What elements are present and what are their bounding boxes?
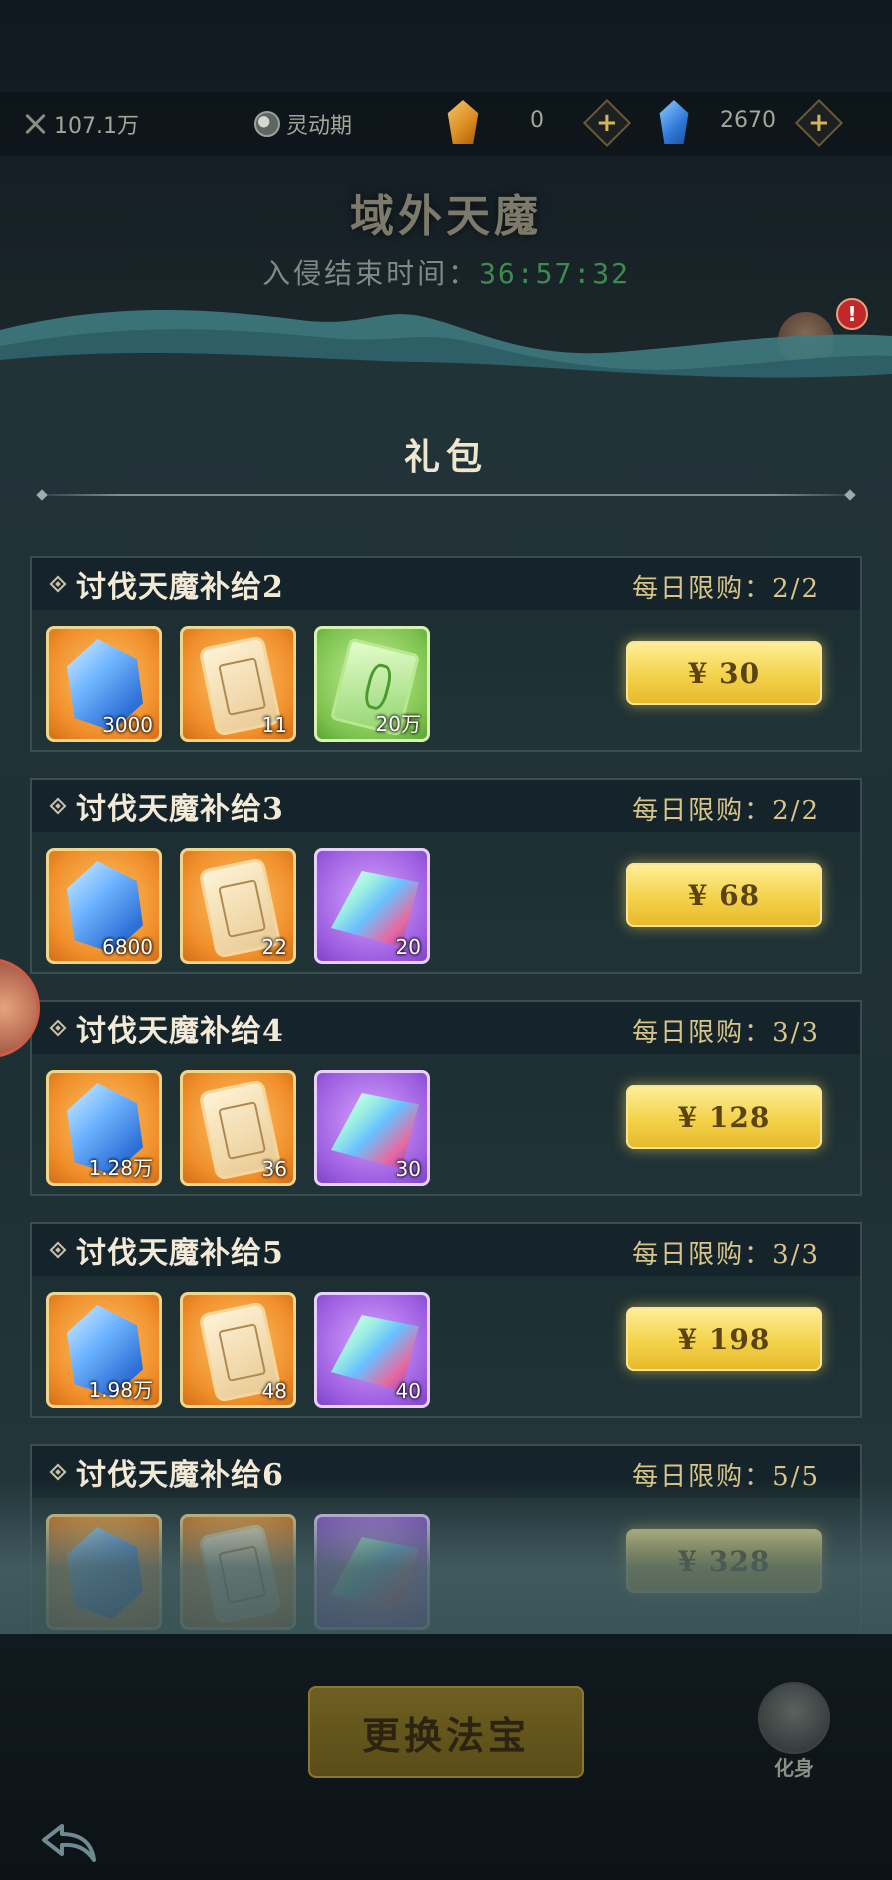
yin-yang-icon: [254, 111, 280, 137]
package-name: 讨伐天魔补给3: [76, 792, 284, 827]
blue-gem-count: 2670: [720, 108, 776, 133]
reward-item[interactable]: 1.98万: [46, 1292, 162, 1408]
diamond-bullet-icon: [49, 1019, 67, 1037]
diamond-bullet-icon: [49, 1463, 67, 1481]
power-value: 107.1万: [54, 114, 139, 139]
reward-item[interactable]: 40: [314, 1292, 430, 1408]
reward-quantity: 6800: [102, 935, 153, 959]
reward-item[interactable]: 11: [180, 626, 296, 742]
reward-item[interactable]: 22: [180, 848, 296, 964]
avatar-button[interactable]: [758, 1682, 830, 1754]
diamond-bullet-icon: [49, 575, 67, 593]
wave-decoration: [0, 310, 892, 420]
orange-gem-stat: [446, 100, 480, 144]
swap-treasure-button[interactable]: 更换法宝: [308, 1686, 584, 1778]
plus-icon: +: [596, 107, 618, 138]
reward-quantity: 40: [395, 1379, 421, 1403]
package-card: 讨伐天魔补给3 每日限购：2/2 6800 22 20 ¥ 68: [30, 778, 862, 974]
add-blue-gem-button[interactable]: +: [794, 98, 844, 148]
crossed-swords-icon: [22, 111, 48, 137]
reward-quantity: 3000: [102, 713, 153, 737]
panel-title: 礼包: [403, 436, 488, 478]
realm-stat: 灵动期: [254, 108, 352, 140]
countdown: 入侵结束时间：36:57:32: [0, 252, 892, 292]
title-divider: [38, 494, 854, 496]
back-arrow-icon[interactable]: [40, 1820, 100, 1864]
blue-gem-count-wrap: 2670: [720, 108, 776, 133]
reward-item[interactable]: 48: [180, 1292, 296, 1408]
package-name: 讨伐天魔补给4: [76, 1014, 284, 1049]
reward-item[interactable]: 30: [314, 1070, 430, 1186]
reward-item[interactable]: 6800: [46, 848, 162, 964]
blue-gem-stat: [658, 100, 690, 144]
reward-item[interactable]: 1.28万: [46, 1070, 162, 1186]
orange-gem-count: 0: [530, 108, 544, 133]
plus-icon: +: [808, 107, 830, 138]
reward-item[interactable]: 20: [314, 848, 430, 964]
reward-item[interactable]: 20万: [314, 626, 430, 742]
reward-item[interactable]: 3000: [46, 626, 162, 742]
package-name: 讨伐天魔补给5: [76, 1236, 284, 1271]
diamond-bullet-icon: [49, 1241, 67, 1259]
realm-value: 灵动期: [286, 114, 353, 139]
game-screen: { "topbar": { "power": "107.1万", "realm"…: [0, 0, 892, 1880]
package-card: 讨伐天魔补给5 每日限购：3/3 1.98万 48 40 ¥ 198: [30, 1222, 862, 1418]
reward-quantity: 20: [395, 935, 421, 959]
buy-button[interactable]: ¥ 68: [626, 863, 822, 927]
daily-limit: 每日限购：3/3: [632, 1018, 820, 1048]
daily-limit: 每日限购：2/2: [632, 796, 820, 826]
buy-button[interactable]: ¥ 198: [626, 1307, 822, 1371]
package-card: 讨伐天魔补给2 每日限购：2/2 3000 11 20万 ¥ 30: [30, 556, 862, 752]
countdown-time: 36:57:32: [479, 257, 630, 290]
avatar-label: 化身: [774, 1756, 814, 1780]
reward-quantity: 22: [261, 935, 287, 959]
reward-quantity: 30: [395, 1157, 421, 1181]
reward-item[interactable]: 36: [180, 1070, 296, 1186]
reward-quantity: 1.98万: [88, 1378, 153, 1402]
reward-quantity: 1.28万: [88, 1156, 153, 1180]
package-card: 讨伐天魔补给4 每日限购：3/3 1.28万 36 30 ¥ 128: [30, 1000, 862, 1196]
countdown-label: 入侵结束时间：: [262, 257, 480, 290]
buy-button[interactable]: ¥ 30: [626, 641, 822, 705]
buy-button[interactable]: ¥ 128: [626, 1085, 822, 1149]
reward-quantity: 20万: [375, 712, 421, 736]
package-name: 讨伐天魔补给2: [76, 570, 284, 605]
power-stat: 107.1万: [22, 108, 139, 140]
add-orange-gem-button[interactable]: +: [582, 98, 632, 148]
diamond-bullet-icon: [49, 797, 67, 815]
resource-bar: 107.1万 灵动期 0 + 2670 +: [0, 92, 892, 156]
blue-gem-icon: [659, 100, 689, 144]
reward-quantity: 36: [261, 1157, 287, 1181]
event-title: 域外天魔: [350, 191, 542, 242]
reward-quantity: 11: [261, 713, 287, 737]
daily-limit: 每日限购：2/2: [632, 574, 820, 604]
orange-gem-count-wrap: 0: [530, 108, 544, 133]
fog-overlay: [0, 1480, 892, 1640]
orange-gem-icon: [447, 100, 479, 144]
reward-quantity: 48: [261, 1379, 287, 1403]
daily-limit: 每日限购：3/3: [632, 1240, 820, 1270]
